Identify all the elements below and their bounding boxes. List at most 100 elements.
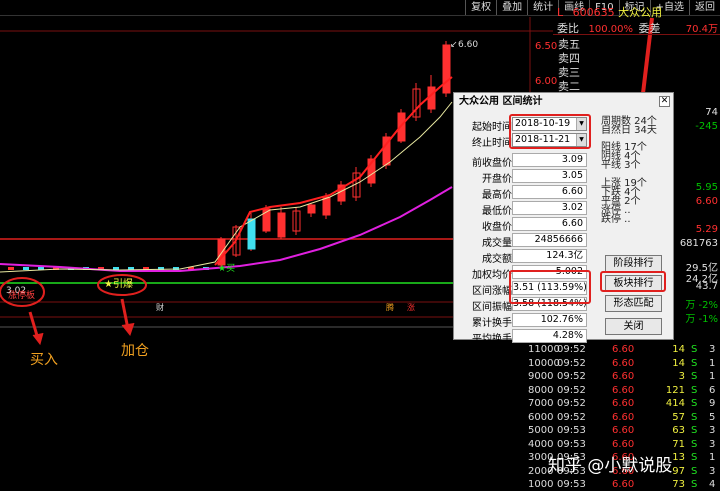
trade-vol: 63 [672, 425, 685, 436]
trade-vol: 57 [672, 411, 685, 423]
trade-time: 09:52 [557, 357, 586, 369]
trade-row: 5000 09:53 6.60 63 S 3 [528, 425, 720, 436]
trade-vol: 14 [672, 344, 685, 355]
high-price-label: ↙ [450, 40, 458, 50]
trade-count: 3 [709, 344, 716, 355]
close-button[interactable]: 关闭 [605, 318, 662, 335]
trade-volume-axis: 7000 [528, 398, 554, 409]
trade-row: 4000 09:53 6.60 71 S 3 [528, 438, 720, 450]
stat-value: 124.3亿 [512, 249, 587, 263]
stat-label: 区间涨幅 [472, 286, 512, 297]
candle [322, 196, 331, 216]
trade-price: 6.60 [612, 344, 635, 355]
trade-count: 1 [709, 452, 716, 463]
trade-row: 1000 09:53 6.60 73 S 4 [528, 479, 720, 490]
add-annotation: 加仓 [121, 343, 149, 359]
trigger-tag: ★引爆 [104, 278, 133, 290]
trade-price: 6.60 [612, 438, 635, 450]
trade-vol: 73 [672, 479, 685, 490]
end-time-label: 终止时间 [472, 138, 512, 149]
quote-value: -245 [695, 121, 718, 132]
candle [23, 267, 29, 270]
start-time-label: 起始时间 [472, 122, 512, 133]
stat-label: 加权均价 [472, 270, 512, 281]
bottom-mark-zhang: 涨 [407, 302, 415, 312]
trade-count: 1 [709, 357, 716, 369]
buy-annotation: 买入 [30, 352, 58, 368]
trade-volume-axis: 9000 [528, 371, 554, 382]
trade-row: 10000 09:52 6.60 14 S 1 [528, 357, 720, 369]
toolbar-fuquan-button[interactable]: 复权 [465, 0, 496, 15]
trade-row: 8000 09:52 6.60 121 S 6 [528, 384, 720, 396]
price-axis-650: 6.50 [535, 41, 558, 52]
toolbar-back-button[interactable]: 返回 [689, 0, 720, 15]
trade-price: 6.60 [612, 371, 635, 382]
stat-value: 6.60 [512, 185, 587, 199]
stat-label: 成交量 [482, 238, 512, 249]
candle-stats: 阳线 17个 阴线 4个 平线 3个 [601, 143, 647, 171]
price-axis-600: 6.00 [535, 76, 558, 87]
trade-volume-axis: 6000 [528, 411, 554, 423]
stat-label: 最低价 [482, 206, 512, 217]
stat-label: 平均换手 [472, 334, 512, 345]
trade-volume-axis: 11000 [528, 344, 560, 355]
trade-dir: S [691, 411, 698, 423]
trade-count: 9 [709, 398, 716, 409]
trade-time: 09:53 [557, 479, 586, 490]
trade-dir: S [691, 398, 698, 409]
quote-value: 74 [705, 107, 718, 118]
trade-time: 09:53 [557, 438, 586, 450]
stage-rank-button[interactable]: 阶段排行 [605, 255, 662, 272]
trade-dir: S [691, 438, 698, 450]
ma-short-line [0, 101, 453, 273]
trade-vol: 14 [672, 357, 685, 369]
high-price-value: 6.60 [458, 40, 478, 50]
stat-value: 24856666 [512, 233, 587, 247]
watermark: 知乎 @小默说股 [548, 456, 673, 476]
toolbar-overlay-button[interactable]: 叠加 [496, 0, 527, 15]
stock-header: L 600635 大众公用 [557, 4, 662, 20]
range-stats-dialog: 大众公用 区间统计 ✕ 起始时间 2018-10-19 ▼ 终止时间 2018-… [453, 92, 674, 345]
trade-count: 3 [709, 425, 716, 436]
stat-line: 跌停 .. [601, 214, 631, 225]
trade-row: 11000 09:52 6.60 14 S 3 [528, 344, 720, 355]
stat-value: 3.09 [512, 153, 587, 167]
candlesticks [8, 41, 451, 270]
move-stats: 上涨 19个 下跌 4个 平盘 2个 涨停 .. 跌停 .. [601, 179, 647, 225]
trade-dir: S [691, 465, 698, 477]
candle [8, 267, 14, 270]
trade-volume-axis: 5000 [528, 425, 554, 436]
quote-value: 6.60 [695, 196, 718, 207]
trade-dir: S [691, 479, 698, 490]
bottom-mark-teng: 腾 [386, 302, 394, 312]
trade-time: 09:52 [557, 398, 586, 409]
dialog-close-icon[interactable]: ✕ [659, 96, 670, 107]
weicha-value: 70.4万 [685, 24, 718, 35]
stat-label: 区间振幅 [472, 302, 512, 313]
trade-dir: S [691, 371, 698, 382]
quote-value: 5.95 [695, 182, 718, 193]
stat-label: 成交额 [482, 254, 512, 265]
trade-count: 3 [709, 465, 716, 477]
pattern-match-button[interactable]: 形态匹配 [605, 295, 662, 312]
candle [247, 218, 256, 250]
stat-value: 3.05 [512, 169, 587, 183]
trade-volume-axis: 4000 [528, 438, 554, 450]
trade-price: 6.60 [612, 357, 635, 369]
stat-line: 平线 3个 [601, 160, 641, 171]
trade-dir: S [691, 357, 698, 369]
toolbar-stats-button[interactable]: 统计 [527, 0, 558, 15]
trade-count: 1 [709, 371, 716, 382]
limit-up-tag: 涨停板 [8, 289, 35, 301]
trade-volume-axis: 10000 [528, 357, 560, 369]
trade-time: 09:52 [557, 384, 586, 396]
buy-signal-mark: ★买 [218, 263, 235, 274]
trade-volume-axis: 1000 [528, 479, 554, 490]
trade-count: 5 [709, 411, 716, 423]
trade-price: 6.60 [612, 384, 635, 396]
bottom-mark-cai: 财 [156, 302, 164, 312]
quote-value: 万 -2% [685, 300, 718, 311]
trade-dir: S [691, 344, 698, 355]
quote-value: 万 -1% [685, 314, 718, 325]
period-stats: 周期数 24个 自然日 34天 [601, 117, 657, 136]
